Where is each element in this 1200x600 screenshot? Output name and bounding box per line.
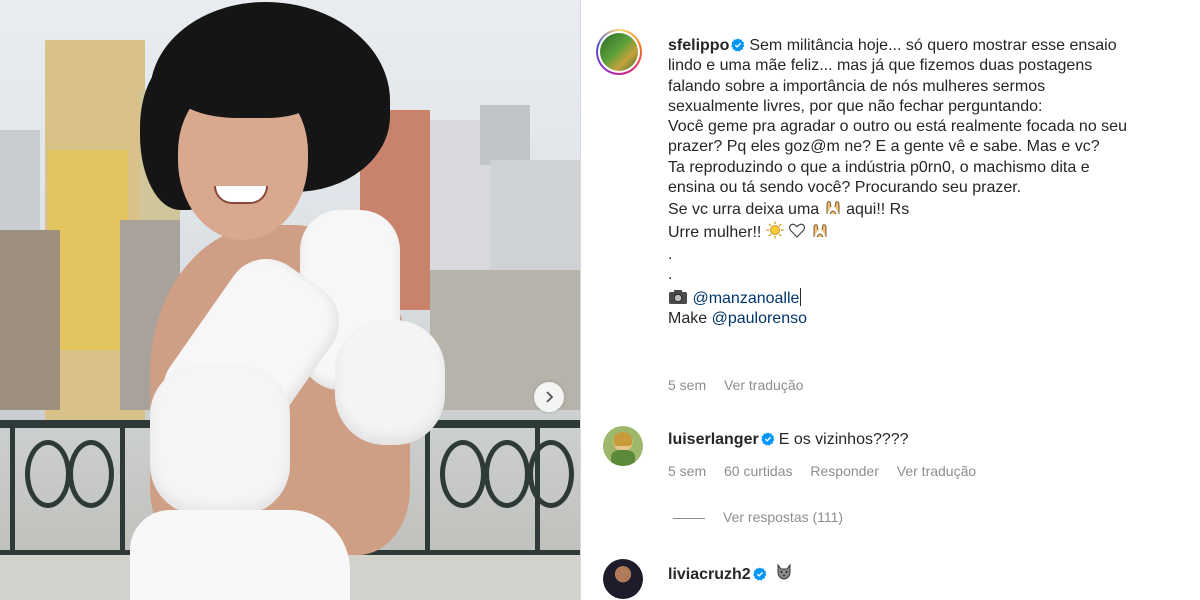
comment-meta: 5 sem 60 curtidas Responder Ver tradução — [668, 463, 990, 479]
post-photo[interactable] — [0, 0, 580, 600]
caption-dot: . — [668, 266, 673, 284]
caption-line: aqui!! Rs — [846, 201, 910, 219]
building — [480, 105, 530, 165]
translate-link[interactable]: Ver tradução — [724, 377, 803, 393]
comment-username[interactable]: liviacruzh2 — [668, 566, 751, 583]
verified-badge-icon — [731, 38, 745, 52]
replies-divider — [673, 517, 705, 519]
hair-bangs — [170, 48, 320, 118]
caption-line: falando sobre a importância de nós mulhe… — [668, 77, 1046, 95]
sun-emoji-icon — [766, 221, 784, 239]
caption-line: Ta reproduzindo o que a indústria p0rn0,… — [668, 158, 1090, 176]
white-sleeve — [335, 320, 445, 445]
avatar — [600, 33, 638, 71]
view-replies-label[interactable]: Ver respostas (111) — [723, 509, 843, 525]
post-time[interactable]: 5 sem — [668, 377, 706, 393]
verified-badge-icon — [760, 432, 775, 446]
make-label: Make — [668, 309, 708, 327]
building — [48, 150, 128, 350]
avatar[interactable] — [603, 559, 643, 599]
story-ring-avatar[interactable] — [596, 29, 642, 75]
raising-hands-emoji-icon — [826, 201, 840, 215]
chevron-right-icon[interactable] — [534, 382, 564, 412]
caption-line: Sem militância hoje... só quero mostrar … — [749, 37, 1117, 54]
white-sleeve — [150, 365, 290, 515]
caption-line: Você geme pra agradar o outro ou está re… — [668, 118, 1127, 136]
likes-count[interactable]: 60 curtidas — [724, 463, 792, 479]
verified-badge-icon — [752, 567, 767, 581]
camera-icon — [669, 289, 687, 304]
caption-line: Urre mulher!! — [668, 223, 762, 241]
view-replies[interactable]: Ver respostas (111) — [673, 509, 843, 525]
white-heart-emoji-icon — [789, 223, 806, 238]
reply-button[interactable]: Responder — [810, 463, 879, 479]
raising-hands-emoji-icon — [813, 223, 827, 237]
make-mention[interactable]: @paulorenso — [712, 310, 807, 327]
text-cursor — [800, 287, 802, 306]
comment-text: E os vizinhos???? — [778, 431, 909, 448]
comment-time[interactable]: 5 sem — [668, 463, 706, 479]
comment-username[interactable]: luiserlanger — [668, 431, 759, 448]
post-meta: 5 sem Ver tradução — [668, 377, 817, 393]
caption-line: Se vc urra deixa uma — [668, 201, 820, 219]
building — [0, 230, 60, 410]
post-caption: sfelippo Sem militância hoje... só quero … — [668, 36, 1188, 329]
caption-line: prazer? Pq eles goz@m ne? E a gente vê e… — [668, 138, 1100, 156]
caption-line: sexualmente livres, por que não fechar p… — [668, 97, 1043, 115]
post-author-username[interactable]: sfelippo — [668, 37, 729, 54]
avatar[interactable] — [603, 426, 643, 466]
panel-divider — [580, 0, 581, 600]
caption-line: ensina ou tá sendo você? Procurando seu … — [668, 179, 1022, 197]
comment: luiserlanger E os vizinhos???? — [668, 431, 909, 449]
caption-line: lindo e uma mãe feliz... mas já que fize… — [668, 57, 1093, 75]
translate-link[interactable]: Ver tradução — [897, 463, 976, 479]
photo-credit-mention[interactable]: @manzanoalle — [692, 290, 799, 307]
white-pants — [130, 510, 350, 600]
comment: liviacruzh2 — [668, 563, 793, 584]
caption-dot: . — [668, 245, 673, 263]
wolf-emoji-icon — [777, 563, 791, 580]
